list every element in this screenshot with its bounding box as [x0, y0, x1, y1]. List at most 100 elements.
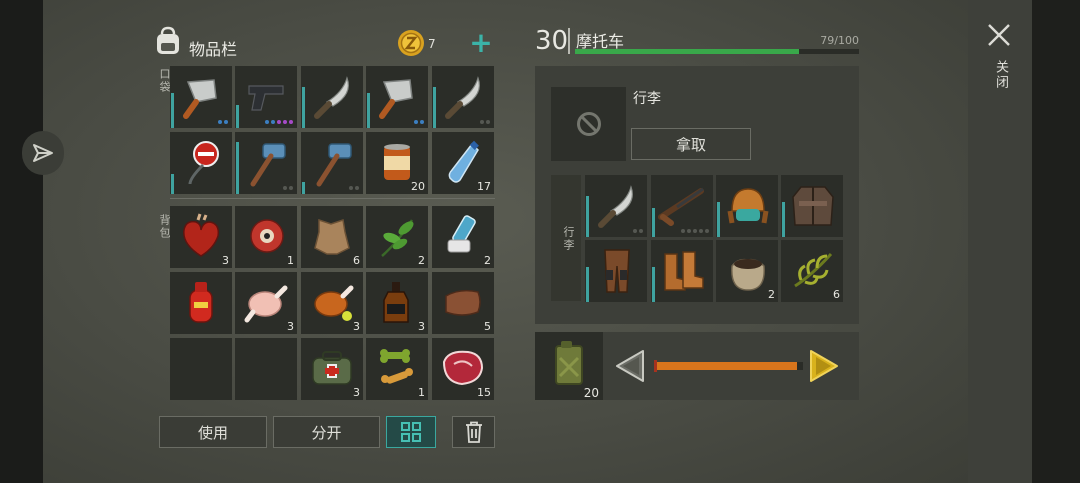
pocket-slot[interactable] [170, 132, 232, 194]
herb-icon [381, 219, 414, 257]
vehicle-durability-fill [575, 49, 800, 54]
sort-button[interactable] [386, 416, 436, 448]
add-coins-button[interactable]: + [468, 29, 494, 57]
item-count: 3 [287, 320, 294, 333]
backpack-slot[interactable]: 6 [301, 206, 363, 268]
upgrade-dot [639, 229, 643, 233]
upgrade-dots [681, 229, 709, 233]
leather-icon [445, 289, 481, 316]
upgrade-dot [224, 120, 228, 124]
use-button[interactable]: 使用 [159, 416, 267, 448]
empty-slot [551, 87, 626, 161]
plant-fiber-icon [794, 252, 833, 288]
pocket-slot[interactable] [235, 66, 297, 128]
upgrade-dots [349, 186, 359, 190]
upgrade-dot [355, 186, 359, 190]
item-count: 2 [768, 288, 775, 301]
upgrade-dot [218, 120, 222, 124]
gas-canister-icon [189, 282, 213, 323]
fuel-slider-handle[interactable] [654, 360, 657, 372]
take-button[interactable]: 拿取 [631, 128, 751, 160]
pocket-slot[interactable]: 17 [432, 132, 494, 194]
vehicle-item-slot[interactable] [781, 175, 843, 237]
discard-button[interactable] [452, 416, 495, 448]
backpack-slot[interactable]: 1 [235, 206, 297, 268]
stop-sign-icon [188, 141, 219, 185]
item-count: 3 [353, 386, 360, 399]
durability-bar [171, 174, 174, 194]
backpack-slot[interactable]: 1 [366, 338, 428, 400]
upgrade-dot [687, 229, 691, 233]
upgrade-dot [633, 229, 637, 233]
send-icon[interactable] [22, 131, 64, 175]
durability-bar [236, 142, 239, 194]
coin-icon [397, 29, 425, 61]
seed-sack-icon [731, 258, 765, 291]
backpack-empty-slot[interactable] [235, 338, 297, 400]
backpack-slot[interactable] [170, 272, 232, 334]
upgrade-dot [265, 120, 269, 124]
pocket-slot[interactable] [301, 66, 363, 128]
backpack-slot[interactable]: 3 [301, 338, 363, 400]
arrow-left-icon [616, 350, 644, 382]
durability-bar [717, 202, 720, 237]
close-label[interactable]: 关闭 [991, 60, 1010, 90]
vehicle-item-slot[interactable]: 6 [781, 240, 843, 302]
durability-bar [586, 267, 589, 302]
screen-edge [1032, 0, 1080, 483]
durability-bar [171, 93, 174, 128]
inventory-title: 物品栏 [189, 40, 238, 59]
fuel-decrease-button[interactable] [613, 349, 645, 387]
backpack-slot[interactable]: 3 [301, 272, 363, 334]
pocket-slot[interactable] [235, 132, 297, 194]
vehicle-item-slot[interactable] [585, 240, 647, 302]
vehicle-item-slot[interactable] [716, 175, 778, 237]
backpack-slot[interactable]: 15 [432, 338, 494, 400]
backpack-slot[interactable]: 2 [366, 206, 428, 268]
aviator-cap-icon [727, 188, 769, 224]
pistol-icon [248, 85, 284, 111]
backpack-slot[interactable]: 3 [170, 206, 232, 268]
grid-icon [401, 422, 421, 442]
machete-icon [598, 185, 633, 228]
item-count: 6 [833, 288, 840, 301]
pocket-slot[interactable] [170, 66, 232, 128]
item-count: 2 [418, 254, 425, 267]
pocket-slot[interactable] [366, 66, 428, 128]
pocket-slot[interactable] [301, 132, 363, 194]
vehicle-item-slot[interactable] [651, 175, 713, 237]
item-count: 6 [353, 254, 360, 267]
upgrade-dot [705, 229, 709, 233]
split-button[interactable]: 分开 [273, 416, 380, 448]
item-count: 3 [418, 320, 425, 333]
close-icon [988, 24, 1010, 46]
prohibited-icon [576, 112, 601, 136]
durability-bar [302, 87, 305, 128]
backpack-slot[interactable]: 3 [235, 272, 297, 334]
item-count: 20 [411, 180, 425, 193]
upgrade-dot [283, 186, 287, 190]
vehicle-item-slot[interactable]: 2 [716, 240, 778, 302]
sledgehammer-icon [316, 143, 352, 187]
backpack-empty-slot[interactable] [170, 338, 232, 400]
vehicle-durability-bar [575, 49, 859, 54]
vehicle-item-slot[interactable] [651, 240, 713, 302]
backpack-slot[interactable]: 5 [432, 272, 494, 334]
storage-side-label: 行李 [562, 226, 575, 252]
backpack-slot[interactable]: 3 [366, 272, 428, 334]
take-button-label: 拿取 [675, 135, 706, 154]
use-button-label: 使用 [197, 423, 228, 442]
fuel-slot[interactable]: 20 [535, 332, 603, 400]
upgrade-dots [480, 120, 490, 124]
pocket-slot[interactable] [432, 66, 494, 128]
fuel-increase-button[interactable] [809, 349, 841, 387]
upgrade-dot [693, 229, 697, 233]
pocket-slot[interactable]: 20 [366, 132, 428, 194]
vehicle-item-slot[interactable] [585, 175, 647, 237]
durability-bar [782, 202, 785, 237]
medkit-bag-icon [312, 351, 352, 385]
backpack-slot[interactable]: 2 [432, 206, 494, 268]
close-button[interactable] [986, 22, 1016, 52]
upgrade-dot [289, 186, 293, 190]
fuel-slider-track[interactable] [654, 360, 803, 372]
